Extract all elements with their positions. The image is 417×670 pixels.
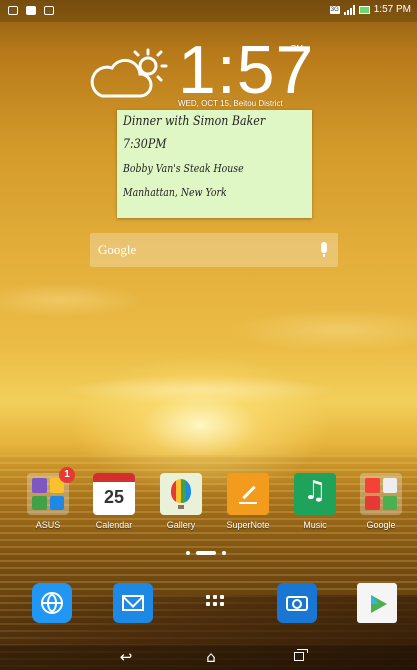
page-dot-active: [196, 551, 216, 555]
app-label: ASUS: [35, 520, 61, 530]
status-bar[interactable]: 3G 1:57 PM: [0, 0, 417, 22]
app-label: Calendar: [95, 520, 133, 530]
email-icon[interactable]: [113, 583, 153, 623]
page-dot: [186, 551, 190, 555]
browser-icon[interactable]: [32, 583, 72, 623]
home-screen: 3G 1:57 PM 1:57 PM WED, OCT 15, Beitou D…: [0, 0, 417, 670]
search-label: Google: [98, 242, 137, 257]
back-icon[interactable]: ↩: [116, 649, 136, 665]
mic-icon[interactable]: [321, 242, 327, 257]
app-label: Google: [366, 520, 396, 530]
notification-badge: 1: [59, 467, 75, 483]
google-folder-icon: [360, 473, 402, 515]
note-line: Dinner with Simon Baker: [123, 114, 266, 129]
recent-apps-icon[interactable]: [290, 649, 310, 665]
home-icon[interactable]: ⌂: [201, 649, 221, 665]
app-supernote[interactable]: SuperNote: [220, 473, 276, 530]
date-location[interactable]: WED, OCT 15, Beitou District: [178, 99, 283, 108]
camera-icon[interactable]: [277, 583, 317, 623]
signal-icon: [343, 4, 355, 15]
wifi-icon: [44, 6, 54, 15]
app-calendar[interactable]: 25 Calendar: [86, 473, 142, 530]
status-time: 1:57 PM: [373, 4, 411, 15]
music-note-icon: ♫: [294, 473, 336, 515]
calendar-date: 25: [103, 487, 125, 507]
note-line: Manhattan, New York: [123, 186, 227, 199]
sticky-note-widget[interactable]: Dinner with Simon Baker 7:30PM Bobby Van…: [117, 110, 312, 218]
network-type-icon: 3G: [329, 5, 340, 14]
asus-folder-icon: 1: [27, 467, 75, 515]
app-music[interactable]: ♫ Music: [287, 473, 343, 530]
google-search-bar[interactable]: Google: [90, 233, 338, 267]
app-label: Music: [303, 520, 327, 530]
page-dot: [222, 551, 226, 555]
wallpaper-clouds: [0, 240, 417, 440]
app-asus-folder[interactable]: 1 ASUS: [20, 467, 76, 530]
partly-cloudy-icon[interactable]: [88, 46, 168, 104]
play-store-icon[interactable]: [357, 583, 397, 623]
page-indicator: [186, 551, 226, 555]
supernote-pencil-icon: [227, 473, 269, 515]
battery-icon: [358, 5, 370, 14]
clock-time[interactable]: 1:57: [178, 30, 314, 110]
app-label: Gallery: [166, 520, 196, 530]
photo-icon: [26, 6, 36, 15]
all-apps-icon[interactable]: [195, 583, 235, 623]
gallery-balloon-icon: [160, 473, 202, 515]
note-line: 7:30PM: [123, 137, 167, 152]
notification-icon: [8, 6, 18, 15]
clock-ampm: PM: [291, 44, 303, 53]
app-google-folder[interactable]: Google: [353, 473, 409, 530]
note-line: Bobby Van's Steak House: [123, 162, 244, 175]
navigation-bar: ↩ ⌂: [0, 645, 417, 670]
app-gallery[interactable]: Gallery: [153, 473, 209, 530]
app-label: SuperNote: [226, 520, 270, 530]
calendar-icon: 25: [93, 473, 135, 515]
